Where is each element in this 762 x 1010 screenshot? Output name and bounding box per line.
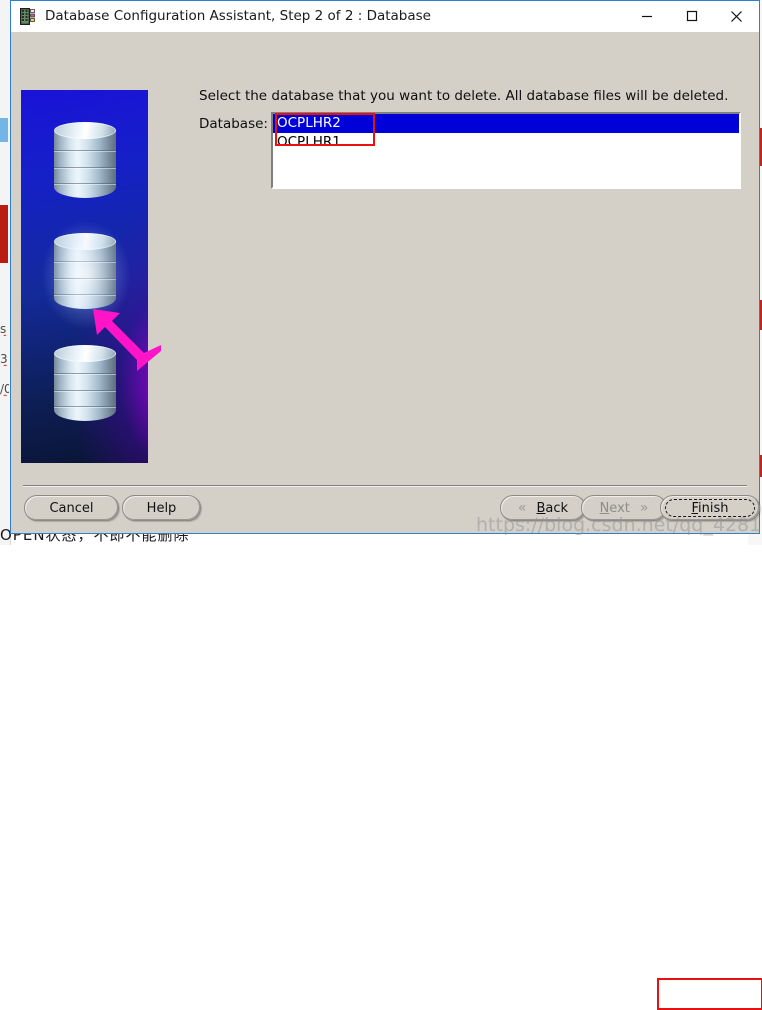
back-button[interactable]: « Back xyxy=(500,495,586,521)
maximize-button[interactable] xyxy=(669,1,714,31)
database-stack-graphic xyxy=(21,90,148,463)
chevron-left-icon: « xyxy=(517,500,527,516)
help-button-label: Help xyxy=(146,500,177,516)
finish-button-label: Finish xyxy=(691,501,728,516)
minimize-button[interactable] xyxy=(624,1,669,31)
back-button-label: Back xyxy=(537,501,569,516)
next-mnemonic: N xyxy=(599,500,610,516)
window-title: Database Configuration Assistant, Step 2… xyxy=(45,8,431,24)
dialog-content: Select the database that you want to del… xyxy=(11,32,759,533)
cancel-button-label: Cancel xyxy=(49,500,94,516)
next-button[interactable]: Next » xyxy=(581,495,667,521)
instruction-text: Select the database that you want to del… xyxy=(199,88,729,104)
next-button-label: Next xyxy=(600,501,630,516)
button-bar: Cancel Help « Back Next » Finish xyxy=(11,487,762,1010)
arrow-annotation-icon xyxy=(91,309,163,371)
finish-button[interactable]: Finish xyxy=(660,495,760,521)
cancel-button[interactable]: Cancel xyxy=(24,495,119,521)
background-left-fragment-0: s xyxy=(0,322,7,336)
dialog-client-area: Select the database that you want to del… xyxy=(11,32,762,1010)
help-button[interactable]: Help xyxy=(122,495,201,521)
database-config-assistant-icon xyxy=(20,7,37,25)
database-label: Database: xyxy=(199,116,268,132)
background-left-red-accent xyxy=(0,205,8,263)
finish-label-rest: inish xyxy=(698,500,729,516)
window-controls xyxy=(624,1,759,31)
database-cylinder-icon xyxy=(54,122,116,206)
background-left-fragment-1: 3 xyxy=(0,352,8,366)
database-cylinder-icon xyxy=(54,233,116,317)
background-left-fragment-2: /0 xyxy=(0,382,9,396)
finish-annotation-box xyxy=(657,978,762,1010)
dbca-dialog-window: Database Configuration Assistant, Step 2… xyxy=(10,0,762,1010)
list-item[interactable]: OCPLHR2 xyxy=(273,114,739,133)
back-label-rest: ack xyxy=(545,500,569,516)
list-item[interactable]: OCPLHR1 xyxy=(273,133,739,152)
chevron-right-icon: » xyxy=(639,500,649,516)
title-bar[interactable]: Database Configuration Assistant, Step 2… xyxy=(11,1,759,32)
next-label-rest: ext xyxy=(609,500,630,516)
database-listbox[interactable]: OCPLHR2 OCPLHR1 xyxy=(271,112,741,189)
background-left-blue-accent xyxy=(0,118,8,142)
close-button[interactable] xyxy=(714,1,759,31)
